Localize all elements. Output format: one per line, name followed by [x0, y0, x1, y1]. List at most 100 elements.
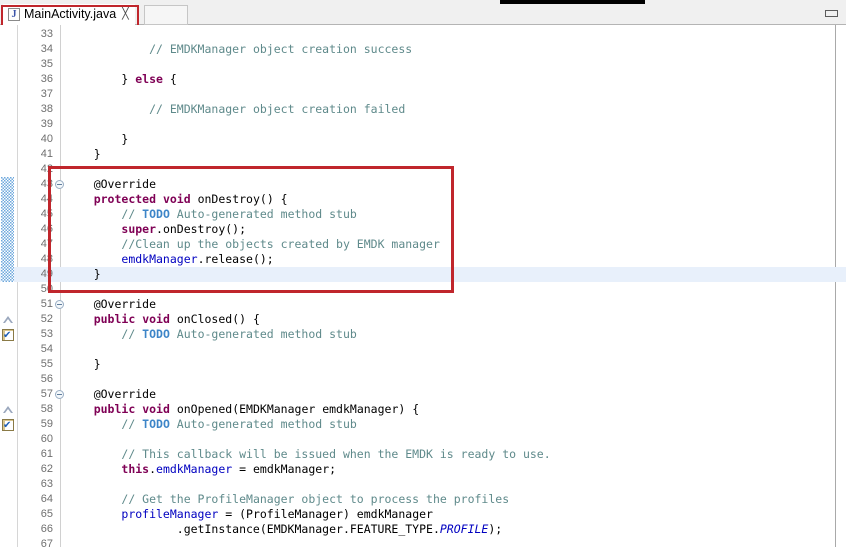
line-number: 64: [0, 492, 53, 507]
line-number: 50: [0, 282, 53, 297]
code-editor[interactable]: 3334 // EMDKManager object creation succ…: [0, 25, 846, 547]
code-text[interactable]: public void onClosed() {: [66, 312, 260, 327]
code-line[interactable]: 56: [0, 372, 846, 387]
fold-collapse-icon[interactable]: [55, 300, 64, 309]
line-number: 35: [0, 57, 53, 72]
line-number: 60: [0, 432, 53, 447]
code-text[interactable]: // EMDKManager object creation success: [66, 42, 412, 57]
code-line[interactable]: 59 // TODO Auto-generated method stub✔: [0, 417, 846, 432]
line-number: 39: [0, 117, 53, 132]
line-number: 33: [0, 27, 53, 42]
line-number: 37: [0, 87, 53, 102]
code-line[interactable]: 37: [0, 87, 846, 102]
code-text[interactable]: @Override: [66, 297, 156, 312]
implements-method-icon-inner: [5, 319, 11, 323]
code-line[interactable]: 33: [0, 27, 846, 42]
code-line[interactable]: 57 @Override: [0, 387, 846, 402]
code-line[interactable]: 66 .getInstance(EMDKManager.FEATURE_TYPE…: [0, 522, 846, 537]
code-text[interactable]: // TODO Auto-generated method stub: [66, 207, 357, 222]
code-text[interactable]: // TODO Auto-generated method stub: [66, 417, 357, 432]
code-text[interactable]: } else {: [66, 72, 177, 87]
code-line[interactable]: 63: [0, 477, 846, 492]
code-text[interactable]: // TODO Auto-generated method stub: [66, 327, 357, 342]
code-text[interactable]: }: [66, 147, 101, 162]
line-number: 65: [0, 507, 53, 522]
code-line[interactable]: 38 // EMDKManager object creation failed: [0, 102, 846, 117]
code-text[interactable]: @Override: [66, 177, 156, 192]
line-number: 41: [0, 147, 53, 162]
code-line[interactable]: 65 profileManager = (ProfileManager) emd…: [0, 507, 846, 522]
line-number: 67: [0, 537, 53, 547]
line-number: 56: [0, 372, 53, 387]
code-line[interactable]: 64 // Get the ProfileManager object to p…: [0, 492, 846, 507]
line-number: 55: [0, 357, 53, 372]
code-line[interactable]: 52 public void onClosed() {: [0, 312, 846, 327]
code-line[interactable]: 50: [0, 282, 846, 297]
code-line[interactable]: 43 @Override: [0, 177, 846, 192]
line-number: 34: [0, 42, 53, 57]
fold-collapse-icon[interactable]: [55, 390, 64, 399]
close-icon[interactable]: ╳: [122, 9, 129, 20]
code-line[interactable]: 62 this.emdkManager = emdkManager;: [0, 462, 846, 477]
code-line[interactable]: 48 emdkManager.release();: [0, 252, 846, 267]
code-text[interactable]: // EMDKManager object creation failed: [66, 102, 405, 117]
code-line[interactable]: 44 protected void onDestroy() {: [0, 192, 846, 207]
code-line[interactable]: 60: [0, 432, 846, 447]
todo-task-icon-check: ✔: [3, 420, 11, 431]
code-text[interactable]: }: [66, 357, 101, 372]
code-text[interactable]: // This callback will be issued when the…: [66, 447, 551, 462]
tab-label: MainActivity.java: [24, 8, 116, 21]
tab-bar-empty-slot: [144, 5, 188, 25]
code-line[interactable]: 51 @Override: [0, 297, 846, 312]
java-file-icon: J: [8, 8, 20, 21]
tab-mainactivity-java[interactable]: J MainActivity.java ╳: [3, 4, 135, 25]
code-line[interactable]: 34 // EMDKManager object creation succes…: [0, 42, 846, 57]
code-line[interactable]: 41 }: [0, 147, 846, 162]
eclipse-editor-window: J MainActivity.java ╳ 3334 // EMDKManage…: [0, 0, 846, 547]
line-number: 42: [0, 162, 53, 177]
code-line[interactable]: 49 }: [0, 267, 846, 282]
code-line[interactable]: 39: [0, 117, 846, 132]
code-line[interactable]: 40 }: [0, 132, 846, 147]
code-line[interactable]: 54: [0, 342, 846, 357]
code-text[interactable]: protected void onDestroy() {: [66, 192, 288, 207]
code-text[interactable]: super.onDestroy();: [66, 222, 246, 237]
todo-task-icon[interactable]: ✔: [2, 419, 14, 431]
code-line[interactable]: 61 // This callback will be issued when …: [0, 447, 846, 462]
code-text[interactable]: //Clean up the objects created by EMDK m…: [66, 237, 440, 252]
code-line[interactable]: 53 // TODO Auto-generated method stub✔: [0, 327, 846, 342]
minimize-icon[interactable]: [825, 10, 838, 17]
line-number: 61: [0, 447, 53, 462]
line-number: 36: [0, 72, 53, 87]
editor-tab-bar: J MainActivity.java ╳: [0, 4, 846, 25]
implements-method-icon-inner: [5, 409, 11, 413]
line-number: 62: [0, 462, 53, 477]
todo-task-icon[interactable]: ✔: [2, 329, 14, 341]
code-text[interactable]: this.emdkManager = emdkManager;: [66, 462, 336, 477]
line-number: 57: [0, 387, 53, 402]
code-lines[interactable]: 3334 // EMDKManager object creation succ…: [0, 25, 846, 547]
code-line[interactable]: 58 public void onOpened(EMDKManager emdk…: [0, 402, 846, 417]
code-line[interactable]: 67: [0, 537, 846, 547]
changed-lines-marker: [1, 177, 14, 282]
code-text[interactable]: emdkManager.release();: [66, 252, 274, 267]
line-number: 54: [0, 342, 53, 357]
todo-task-icon-check: ✔: [3, 330, 11, 341]
code-text[interactable]: .getInstance(EMDKManager.FEATURE_TYPE.PR…: [66, 522, 502, 537]
code-text[interactable]: profileManager = (ProfileManager) emdkMa…: [66, 507, 433, 522]
line-number: 63: [0, 477, 53, 492]
code-text[interactable]: @Override: [66, 387, 156, 402]
code-line[interactable]: 42: [0, 162, 846, 177]
code-line[interactable]: 47 //Clean up the objects created by EMD…: [0, 237, 846, 252]
fold-collapse-icon[interactable]: [55, 180, 64, 189]
code-text[interactable]: }: [66, 132, 128, 147]
code-line[interactable]: 46 super.onDestroy();: [0, 222, 846, 237]
code-text[interactable]: // Get the ProfileManager object to proc…: [66, 492, 509, 507]
code-line[interactable]: 45 // TODO Auto-generated method stub✔: [0, 207, 846, 222]
code-text[interactable]: }: [66, 267, 101, 282]
line-number: 40: [0, 132, 53, 147]
code-line[interactable]: 55 }: [0, 357, 846, 372]
code-text[interactable]: public void onOpened(EMDKManager emdkMan…: [66, 402, 419, 417]
code-line[interactable]: 35: [0, 57, 846, 72]
code-line[interactable]: 36 } else {: [0, 72, 846, 87]
